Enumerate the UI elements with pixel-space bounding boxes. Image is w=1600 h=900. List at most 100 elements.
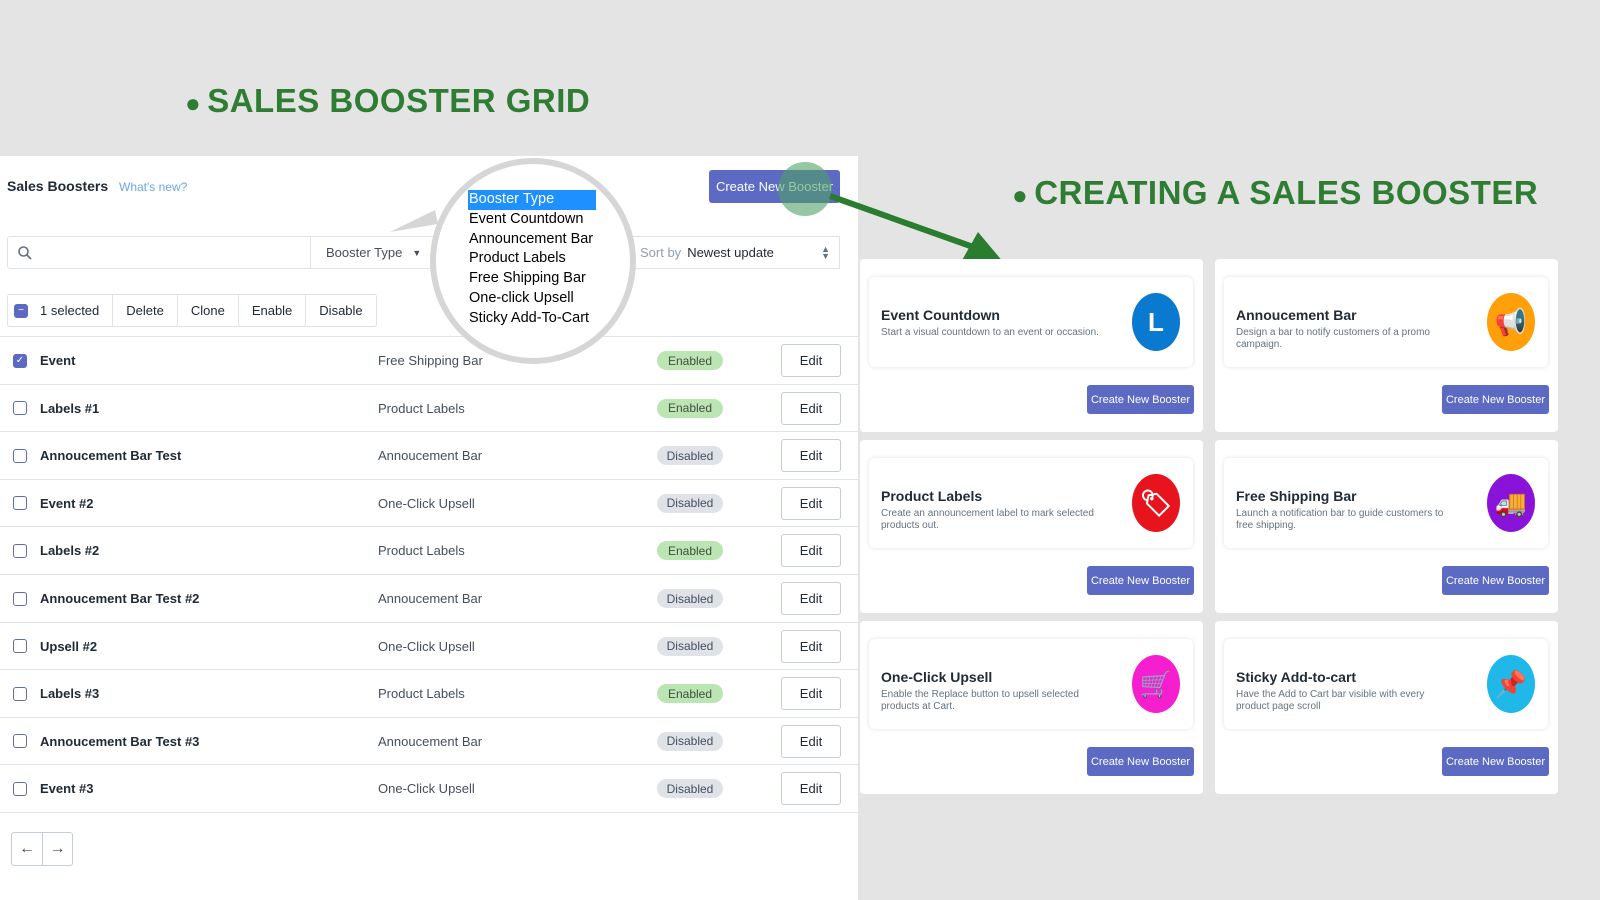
- delete-button[interactable]: Delete: [112, 295, 177, 326]
- sales-boosters-grid-panel: Sales Boosters What's new? Create New Bo…: [0, 156, 858, 900]
- card-body: Event Countdown Start a visual countdown …: [869, 277, 1193, 367]
- row-checkbox[interactable]: [13, 639, 27, 654]
- sort-value: Newest update: [687, 245, 774, 260]
- card-title: Free Shipping Bar: [1236, 488, 1357, 504]
- row-checkbox[interactable]: [13, 448, 27, 463]
- dropdown-option[interactable]: Sticky Add-To-Cart: [468, 309, 596, 329]
- row-checkbox[interactable]: [13, 734, 27, 749]
- edit-button[interactable]: Edit: [781, 391, 841, 425]
- tag-icon: 🏷: [1132, 474, 1180, 532]
- create-new-booster-button[interactable]: Create New Booster: [1442, 747, 1549, 776]
- create-new-booster-button[interactable]: Create New Booster: [1442, 566, 1549, 595]
- dropdown-option[interactable]: Product Labels: [468, 249, 596, 269]
- row-checkbox[interactable]: [13, 401, 27, 416]
- booster-type: Product Labels: [378, 543, 465, 559]
- booster-name[interactable]: Annoucement Bar Test #3: [40, 734, 199, 749]
- table-row: Annoucement Bar Test #3 Annoucement Bar …: [0, 716, 858, 765]
- booster-card: Annoucement Bar Design a bar to notify cu…: [1215, 259, 1558, 432]
- card-description: Design a bar to notify customers of a pr…: [1236, 327, 1430, 350]
- dropdown-option[interactable]: Announcement Bar: [468, 230, 596, 250]
- click-highlight: [778, 162, 832, 216]
- booster-name[interactable]: Labels #1: [40, 401, 99, 416]
- card-description: Launch a notification bar to guide custo…: [1236, 508, 1444, 531]
- clone-button[interactable]: Clone: [176, 295, 238, 326]
- booster-card: Sticky Add-to-cart Have the Add to Cart b…: [1215, 621, 1558, 794]
- status-badge: Disabled: [657, 636, 723, 656]
- select-all-toggle[interactable]: −1 selected: [8, 295, 112, 326]
- edit-button[interactable]: Edit: [781, 582, 841, 615]
- booster-card: Event Countdown Start a visual countdown …: [860, 259, 1203, 432]
- dropdown-option[interactable]: Booster Type: [468, 190, 596, 210]
- edit-button[interactable]: Edit: [781, 344, 841, 377]
- create-new-booster-button[interactable]: Create New Booster: [1442, 385, 1549, 414]
- disable-button[interactable]: Disable: [305, 295, 375, 326]
- status-badge: Disabled: [657, 731, 723, 751]
- card-title: Annoucement Bar: [1236, 307, 1357, 323]
- row-checkbox[interactable]: ✓: [13, 353, 27, 368]
- booster-type: Annoucement Bar: [378, 448, 483, 464]
- status-badge: Disabled: [657, 493, 723, 513]
- edit-button[interactable]: Edit: [781, 486, 841, 520]
- caret-down-icon: ▼: [412, 247, 422, 258]
- search-input[interactable]: [7, 236, 311, 269]
- dropdown-option[interactable]: One-click Upsell: [468, 289, 596, 309]
- booster-type-label: Booster Type: [326, 245, 403, 260]
- table-row: Labels #2 Product Labels Enabled Edit: [0, 526, 858, 574]
- booster-name[interactable]: Annoucement Bar Test: [40, 448, 181, 463]
- dropdown-option[interactable]: Free Shipping Bar: [468, 269, 596, 289]
- megaphone-icon: 📢: [1487, 293, 1535, 351]
- status-badge: Enabled: [657, 684, 723, 704]
- edit-button[interactable]: Edit: [781, 677, 841, 711]
- truck-icon: 🚚: [1487, 474, 1535, 532]
- selected-count: 1 selected: [40, 303, 100, 318]
- booster-card: Free Shipping Bar Launch a notification b…: [1215, 440, 1558, 613]
- booster-type: Annoucement Bar: [378, 733, 483, 749]
- edit-button[interactable]: Edit: [781, 772, 841, 806]
- sort-select[interactable]: Sort by Newest update ▲ ▼: [630, 236, 840, 269]
- create-new-booster-button[interactable]: Create New Booster: [1087, 566, 1194, 595]
- edit-button[interactable]: Edit: [781, 724, 841, 758]
- booster-name[interactable]: Labels #2: [40, 543, 99, 558]
- card-description: Create an announcement label to mark sel…: [881, 508, 1094, 531]
- card-description: Start a visual countdown to an event or …: [881, 327, 1099, 338]
- booster-type-dropdown: Booster Type Event Countdown Announcement …: [468, 190, 596, 329]
- booster-card: One-Click Upsell Enable the Replace butto…: [860, 621, 1203, 794]
- edit-button[interactable]: Edit: [781, 439, 841, 473]
- whats-new-link[interactable]: What's new?: [119, 180, 187, 194]
- edit-button[interactable]: Edit: [781, 629, 841, 663]
- row-checkbox[interactable]: [13, 496, 27, 511]
- row-checkbox[interactable]: [13, 781, 27, 796]
- card-body: One-Click Upsell Enable the Replace butto…: [869, 639, 1193, 729]
- status-badge: Enabled: [657, 398, 723, 418]
- next-page-button[interactable]: →: [42, 833, 72, 865]
- create-new-booster-button[interactable]: Create New Booster: [1087, 385, 1194, 414]
- booster-name[interactable]: Labels #3: [40, 686, 99, 701]
- booster-name[interactable]: Event: [40, 353, 75, 368]
- row-checkbox[interactable]: [13, 543, 27, 558]
- booster-type-select[interactable]: Booster Type ▼: [310, 236, 435, 269]
- booster-name[interactable]: Annoucement Bar Test #2: [40, 591, 199, 606]
- card-title: Event Countdown: [881, 307, 1000, 323]
- edit-button[interactable]: Edit: [781, 534, 841, 568]
- dropdown-option[interactable]: Event Countdown: [468, 210, 596, 230]
- enable-button[interactable]: Enable: [237, 295, 305, 326]
- card-title: One-Click Upsell: [881, 669, 993, 685]
- create-new-booster-button[interactable]: Create New Booster: [1087, 747, 1194, 776]
- card-description: Have the Add to Cart bar visible with ev…: [1236, 689, 1425, 712]
- row-checkbox[interactable]: [13, 686, 27, 701]
- magnifier-pointer: [390, 210, 438, 232]
- booster-type: One-Click Upsell: [378, 495, 475, 511]
- arrow-icon: [828, 193, 1004, 263]
- booster-name[interactable]: Upsell #2: [40, 639, 97, 654]
- create-heading-text: CREATING A SALES BOOSTER: [1034, 174, 1539, 211]
- booster-type: Product Labels: [378, 400, 465, 416]
- table-row: Event #3 One-Click Upsell Disabled Edit: [0, 764, 858, 812]
- booster-card: Product Labels Create an announcement lab…: [860, 440, 1203, 613]
- prev-page-button[interactable]: ←: [12, 833, 42, 865]
- card-body: Product Labels Create an announcement lab…: [869, 458, 1193, 548]
- table-row: Event #2 One-Click Upsell Disabled Edit: [0, 478, 858, 527]
- booster-name[interactable]: Event #2: [40, 496, 93, 511]
- row-checkbox[interactable]: [13, 591, 27, 606]
- booster-name[interactable]: Event #3: [40, 781, 93, 796]
- indeterminate-checkbox[interactable]: −: [14, 303, 28, 318]
